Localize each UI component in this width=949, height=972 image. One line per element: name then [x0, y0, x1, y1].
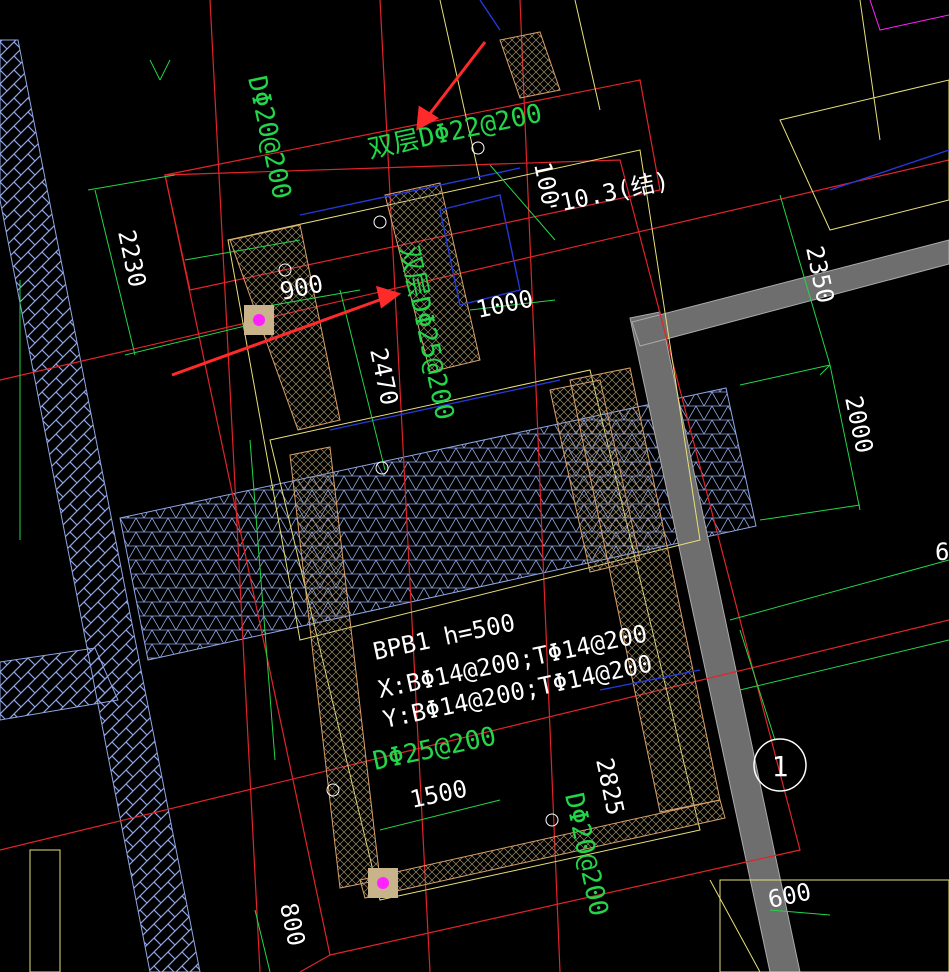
cad-drawing-canvas[interactable]: 1 双层DΦ22@200 双层DΦ25@200 DΦ20@200 DΦ20@20…: [0, 0, 949, 972]
axis-number: 1: [772, 750, 789, 783]
dim-6-partial: 6: [935, 538, 949, 566]
